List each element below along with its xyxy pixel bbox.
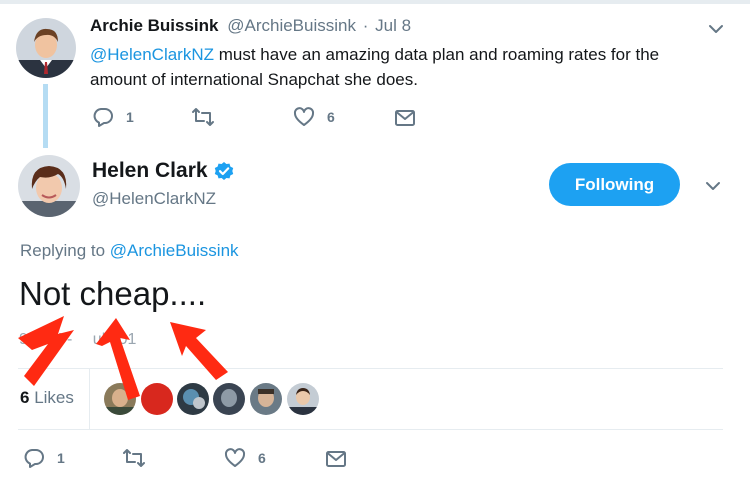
main-tweet-text: Not cheap.... (19, 275, 207, 312)
parent-author-handle[interactable]: @ArchieBuissink (227, 16, 356, 35)
stats-bottom-divider (18, 429, 723, 430)
replying-to-link[interactable]: @ArchieBuissink (110, 241, 239, 260)
retweet-icon (192, 108, 214, 126)
main-reply-count: 1 (57, 450, 65, 466)
thread-connector-line (43, 84, 48, 148)
main-message-action[interactable] (325, 448, 347, 470)
reply-icon (24, 449, 44, 468)
main-menu-chevron[interactable] (704, 177, 722, 195)
main-author-handle[interactable]: @HelenClarkNZ (92, 189, 234, 209)
parent-like-action[interactable]: 6 (293, 106, 335, 128)
archie-avatar[interactable] (16, 18, 76, 78)
reply-icon (93, 108, 113, 127)
heart-icon (293, 107, 315, 126)
chevron-down-icon (706, 182, 720, 190)
liker-avatar[interactable] (213, 383, 245, 415)
parent-tweet-header: Archie Buissink @ArchieBuissink · Jul 8 (90, 16, 411, 38)
liker-avatar[interactable] (250, 383, 282, 415)
verified-badge-icon (214, 162, 233, 180)
parent-mention-link[interactable]: @HelenClarkNZ (90, 45, 214, 64)
message-icon (395, 110, 415, 126)
likes-stat[interactable]: 6 Likes (20, 388, 74, 408)
following-button[interactable]: Following (549, 163, 680, 206)
main-tweet-timestamp[interactable]: 9:3 M - ul 201 (19, 331, 136, 349)
parent-tweet-text: @HelenClarkNZ must have an amazing data … (90, 42, 720, 92)
parent-message-action[interactable] (394, 107, 416, 129)
replying-to-line: Replying to @ArchieBuissink (20, 241, 239, 261)
parent-reply-count: 1 (126, 109, 134, 125)
main-author-block: Helen Clark @HelenClarkNZ (92, 158, 234, 209)
parent-reply-action[interactable]: 1 (92, 106, 134, 128)
message-icon (326, 451, 346, 467)
liker-avatar[interactable] (141, 383, 173, 415)
replying-prefix: Replying to (20, 241, 110, 260)
main-author-name[interactable]: Helen Clark (92, 159, 208, 183)
stats-vertical-divider (89, 369, 90, 429)
liker-avatar[interactable] (287, 383, 319, 415)
likes-label: Likes (29, 388, 74, 407)
stats-top-divider (18, 368, 723, 369)
heart-icon (224, 448, 246, 467)
liker-avatar[interactable] (104, 383, 136, 415)
main-like-count: 6 (258, 450, 266, 466)
red-arrow-left (18, 316, 74, 386)
parent-separator: · (362, 16, 369, 35)
parent-retweet-action[interactable] (191, 106, 215, 128)
top-divider (0, 0, 750, 4)
main-retweet-action[interactable] (122, 447, 146, 469)
chevron-down-icon (709, 25, 723, 33)
main-like-action[interactable]: 6 (224, 447, 266, 469)
main-reply-action[interactable]: 1 (23, 447, 65, 469)
liker-avatar[interactable] (177, 383, 209, 415)
parent-menu-chevron[interactable] (707, 20, 725, 38)
parent-like-count: 6 (327, 109, 335, 125)
parent-author-name[interactable]: Archie Buissink (90, 16, 219, 35)
parent-date[interactable]: Jul 8 (375, 16, 411, 35)
retweet-icon (123, 449, 145, 467)
red-arrow-right (170, 322, 228, 380)
helen-avatar[interactable] (18, 155, 80, 217)
